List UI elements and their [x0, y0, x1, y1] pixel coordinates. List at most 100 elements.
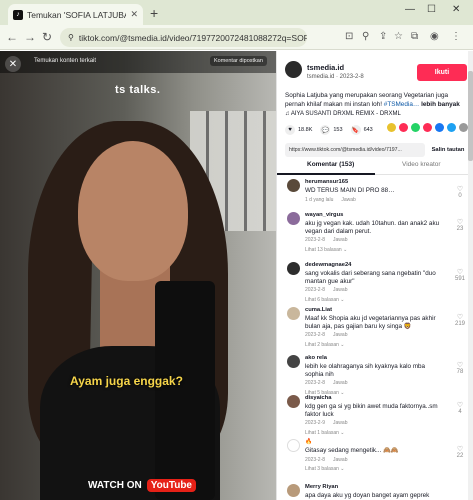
twitter-icon[interactable] — [447, 123, 456, 132]
avatar[interactable] — [287, 262, 300, 275]
save-button[interactable]: 🔖 643 — [350, 125, 373, 135]
embed-icon[interactable] — [387, 123, 396, 132]
bookmark-icon: 🔖 — [350, 125, 361, 135]
like-button[interactable]: ♥ 18.8K — [285, 125, 312, 135]
reply-link[interactable]: Jawab — [333, 380, 347, 386]
more-share-icon[interactable] — [459, 123, 468, 132]
avatar[interactable] — [287, 307, 300, 320]
comment-author[interactable]: Merry Riyan — [305, 484, 338, 490]
forward-icon[interactable]: → — [24, 30, 36, 44]
share-link-icon[interactable] — [423, 123, 432, 132]
share-icons — [387, 123, 471, 132]
tab-title: Temukan 'SOFIA LATJUBA' di — [27, 9, 126, 20]
hashtag-link[interactable]: #TSMedia… — [384, 101, 420, 108]
heart-icon: ♥ — [285, 125, 295, 135]
comment-author[interactable]: 🔥 — [305, 439, 312, 445]
find-related-label[interactable]: Temukan konten terkait — [34, 58, 96, 64]
reply-link[interactable]: Jawab — [333, 332, 347, 338]
comment-author[interactable]: cuma.Liat — [305, 307, 332, 313]
tab-bar: ♪ Temukan 'SOFIA LATJUBA' di ✕ + — ☐ ✕ — [0, 0, 473, 25]
comment-button[interactable]: 💬 153 — [320, 125, 343, 135]
comment-list: herumansur165 WD TERUS MAIN DI PRO 88… 1… — [277, 179, 473, 500]
comment-meta: 2023-2-8 Jawab — [305, 287, 348, 293]
comment-like[interactable]: ♡ 591 — [453, 268, 467, 282]
avatar[interactable] — [287, 395, 300, 408]
comment-text: lebih ke olahraganya sih kyaknya kalo mb… — [305, 363, 426, 378]
reply-link[interactable]: Jawab — [333, 457, 347, 463]
comment-author[interactable]: ako rela — [305, 355, 327, 361]
tiktok-icon: ♪ — [13, 9, 23, 20]
comment-like[interactable]: ♡ 0 — [453, 185, 467, 199]
tab-creator-videos[interactable]: Video kreator — [402, 161, 441, 168]
comment-like[interactable]: ♡ 4 — [453, 401, 467, 415]
video-watermark: ts talks. — [115, 84, 161, 96]
comment-meta: 2023-2-8 Jawab — [305, 380, 348, 386]
back-icon[interactable]: ← — [6, 30, 18, 44]
reload-icon[interactable]: ↻ — [42, 30, 52, 44]
view-replies-link[interactable]: Lihat 13 balasan ⌄ — [305, 247, 347, 253]
close-tab-icon[interactable]: ✕ — [130, 9, 138, 20]
copy-link-button[interactable]: Salin tautan — [429, 143, 467, 157]
tab-comments[interactable]: Komentar (153) — [307, 161, 354, 168]
url-field[interactable]: ⚲ tiktok.com/@tsmedia.id/video/719772007… — [60, 28, 307, 47]
browser-window: ♪ Temukan 'SOFIA LATJUBA' di ✕ + — ☐ ✕ ←… — [0, 0, 473, 500]
heart-icon: ♡ — [456, 219, 464, 226]
scrollbar[interactable] — [468, 51, 473, 500]
follow-button[interactable]: Ikuti — [417, 64, 467, 81]
close-window-icon[interactable]: ✕ — [452, 4, 460, 15]
profile-icon[interactable]: ◉ — [430, 31, 439, 42]
view-replies-link[interactable]: Lihat 2 balasan ⌄ — [305, 342, 345, 348]
heart-icon: ♡ — [456, 402, 464, 409]
avatar[interactable] — [287, 484, 300, 497]
browser-tab[interactable]: ♪ Temukan 'SOFIA LATJUBA' di ✕ — [8, 4, 143, 25]
more-link[interactable]: lebih banyak — [421, 101, 460, 108]
comment-author[interactable]: herumansur165 — [305, 179, 348, 185]
comment-text: Gitasay sedang mengetik... 🙈🙈 — [305, 447, 399, 454]
close-video-button[interactable]: ✕ — [5, 56, 21, 72]
author-avatar[interactable] — [285, 61, 302, 78]
minimize-icon[interactable]: — — [405, 4, 415, 15]
facebook-icon[interactable] — [435, 123, 444, 132]
comment-like[interactable]: ♡ 219 — [453, 313, 467, 327]
screenshot-icon[interactable]: ⊡ — [345, 31, 353, 42]
avatar[interactable] — [287, 355, 300, 368]
share-icon[interactable]: ⇪ — [379, 31, 387, 42]
report-label[interactable]: Komentar dipostkan — [210, 56, 267, 66]
comment-meta: 2023-2-8 Jawab — [305, 237, 348, 243]
bookmark-star-icon[interactable]: ☆ — [394, 31, 403, 42]
reply-link[interactable]: Jawab — [341, 197, 355, 203]
youtube-logo: YouTube — [146, 479, 196, 492]
comment-like[interactable]: ♡ 22 — [453, 445, 467, 459]
avatar[interactable] — [287, 439, 300, 452]
reply-link[interactable]: Jawab — [333, 237, 347, 243]
avatar[interactable] — [287, 179, 300, 192]
comment-meta: 1 d yang lalu Jawab — [305, 197, 356, 203]
avatar[interactable] — [287, 212, 300, 225]
comment-like[interactable]: ♡ 78 — [453, 361, 467, 375]
whatsapp-icon[interactable] — [411, 123, 420, 132]
zoom-icon[interactable]: ⚲ — [362, 31, 369, 42]
extensions-icon[interactable]: ⧉ — [411, 31, 418, 42]
send-icon[interactable] — [399, 123, 408, 132]
scrollbar-thumb[interactable] — [468, 71, 473, 161]
author-username[interactable]: tsmedia.id — [307, 63, 344, 72]
reply-link[interactable]: Jawab — [333, 420, 347, 426]
view-replies-link[interactable]: Lihat 6 balasan ⌄ — [305, 297, 345, 303]
copy-url-field[interactable]: https://www.tiktok.com/@tsmedia.id/video… — [285, 143, 425, 157]
comment-author[interactable]: dedewmagnae24 — [305, 262, 351, 268]
author-subinfo: tsmedia.id · 2023-2-8 — [307, 74, 364, 80]
view-replies-link[interactable]: Lihat 1 balasan ⌄ — [305, 430, 345, 436]
maximize-icon[interactable]: ☐ — [427, 4, 436, 15]
view-replies-link[interactable]: Lihat 3 balasan ⌄ — [305, 466, 345, 472]
comment-like[interactable]: ♡ 23 — [453, 218, 467, 232]
comment-text: WD TERUS MAIN DI PRO 88… — [305, 187, 395, 194]
video-player[interactable]: ✕ Temukan konten terkait Komentar dipost… — [0, 51, 276, 500]
new-tab-button[interactable]: + — [150, 5, 158, 21]
reply-link[interactable]: Jawab — [333, 287, 347, 293]
music-link[interactable]: ♫ AIYA SUSANTI DRXML REMIX - DRXML — [285, 111, 401, 117]
comment-author[interactable]: disyaicha — [305, 395, 331, 401]
comment-author[interactable]: wayan_virgus — [305, 212, 343, 218]
comment-text: sang vokalis dari seberang sana ngebatin… — [305, 270, 436, 285]
heart-icon: ♡ — [456, 446, 464, 453]
menu-icon[interactable]: ⋮ — [451, 31, 461, 42]
